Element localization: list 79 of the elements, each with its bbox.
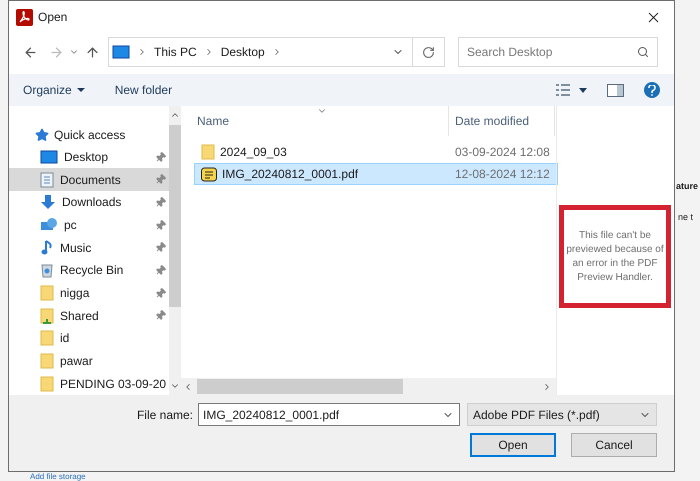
column-header[interactable]: Name [179,106,449,136]
monitor-icon [112,45,130,59]
help-button[interactable] [644,82,660,98]
breadcrumb[interactable]: Desktop [220,43,265,61]
forward-arrow-icon [48,44,64,60]
pdf-app-icon [16,8,33,26]
background-text: ature [676,180,698,193]
refresh-icon [422,46,435,58]
file-type-dropdown[interactable]: Adobe PDF Files (*.pdf) [467,403,657,426]
new-folder-button[interactable]: New folder [114,81,172,99]
nav-item[interactable]: PENDING 03-09-20 [9,372,170,395]
nav-item[interactable]: pc [9,214,170,236]
horizontal-scrollbar[interactable] [179,378,556,395]
star-icon [35,128,49,142]
vertical-scrollbar[interactable] [169,106,182,395]
file-name: 2024_09_03 [220,144,287,161]
nav-item[interactable]: Documents [9,168,170,192]
nav-item[interactable]: Downloads [9,191,170,214]
folder-icon [40,330,54,346]
nav-label: id [60,330,70,348]
music-note-icon [40,240,54,256]
preview-message: This file can't be previewed because of an error in the PDF Preview Handler. [559,205,671,308]
file-date: 12-08-2024 12:12 [454,166,550,183]
address-bar[interactable]: This PC Desktop [108,37,413,67]
folder-icon [201,144,215,160]
folder-icon [40,285,54,302]
nav-item[interactable]: pawar [9,350,170,372]
nav-label: Music [60,240,92,257]
file-name-field[interactable]: IMG_20240812_0001.pdf [198,403,460,426]
nav-item[interactable]: Recycle Bin [9,259,170,282]
caret-icon [76,88,85,92]
nav-label: Shared [60,308,99,325]
pdf-file-icon [201,166,217,182]
nav-label: pc [64,217,77,234]
download-arrow-icon [40,194,56,210]
folder-icon [40,376,54,392]
file-name: IMG_20240812_0001.pdf [222,166,358,183]
document-icon [40,172,54,188]
preview-pane-icon [607,84,624,96]
file-row[interactable]: IMG_20240812_0001.pdf 12-08-2024 12:12 [194,163,558,185]
nav-item[interactable]: id [9,327,170,350]
file-name-label: File name: [136,406,193,424]
monitor-icon [40,150,58,164]
preview-pane-button[interactable] [607,84,624,96]
column-header[interactable]: Date modified [449,106,555,136]
nav-label: Recycle Bin [60,262,124,280]
list-view-icon [555,83,571,97]
search-icon [637,46,649,58]
nav-label: Documents [60,172,121,189]
breadcrumb[interactable]: This PC [154,43,197,61]
question-mark-icon [648,84,656,96]
folder-icon [40,353,54,369]
scrollbar-thumb[interactable] [197,379,403,394]
nav-item[interactable]: Music [9,236,170,260]
search-field[interactable]: Search Desktop [458,37,658,67]
scrollbar-thumb[interactable] [169,125,182,307]
recycle-bin-icon [40,262,54,278]
quick-access-item[interactable]: Quick access [9,125,170,146]
refresh-button[interactable] [413,37,445,67]
background-link[interactable]: Add file storage [30,472,86,481]
caret-icon [579,88,587,92]
file-row[interactable]: 2024_09_03 03-09-2024 12:08 [194,141,558,163]
view-options-button[interactable] [555,83,587,97]
background-text: ne t [678,211,694,224]
nav-label: Desktop [64,149,108,166]
nav-item[interactable]: Desktop [9,146,170,168]
organize-button[interactable]: Organize [23,81,85,99]
nav-label: PENDING 03-09-20 [60,376,166,393]
dialog-button[interactable]: Cancel [571,433,657,457]
nav-item[interactable]: Shared [9,304,170,328]
folder-icon [40,308,54,324]
nav-label: Downloads [62,194,122,212]
window-title: Open [38,9,68,26]
nav-label: Quick access [54,127,126,144]
dialog-button[interactable]: Open [470,433,556,457]
nav-item[interactable]: nigga [9,282,170,304]
nav-label: nigga [60,285,90,302]
nav-label: pawar [60,353,93,370]
file-date: 03-09-2024 12:08 [454,144,550,161]
